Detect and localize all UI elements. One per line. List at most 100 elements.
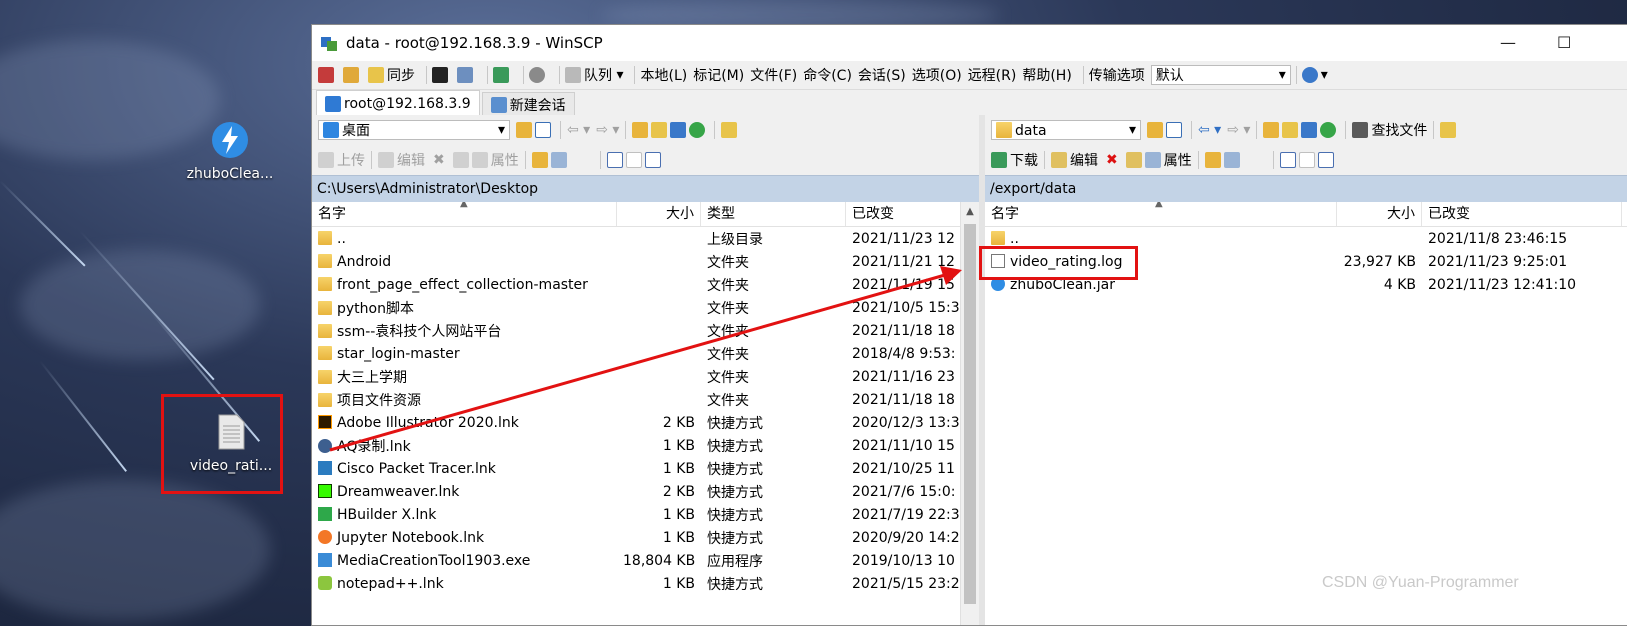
filter-select-icon[interactable] xyxy=(1317,152,1334,168)
unselect-icon[interactable] xyxy=(625,152,642,168)
queue-button[interactable]: 队列 ▾ xyxy=(565,65,623,85)
table-row[interactable]: Cisco Packet Tracer.lnk 1 KB 快捷方式 2021/10/2… xyxy=(312,457,979,480)
remote-edit-button[interactable]: 编辑 xyxy=(1051,150,1098,170)
table-row[interactable]: python脚本 文件夹 2021/10/5 15:3 xyxy=(312,296,979,319)
winscp-bolt-icon xyxy=(210,120,250,160)
forward-arrow-icon[interactable]: ⇨ ▾ xyxy=(596,122,619,138)
rename-icon[interactable] xyxy=(452,152,469,168)
file-changed: 2020/12/3 13:3 xyxy=(852,414,960,431)
forward-arrow-icon[interactable]: ⇨ ▾ xyxy=(1227,122,1250,138)
table-row[interactable]: Android 文件夹 2021/11/21 12 xyxy=(312,250,979,273)
scroll-thumb[interactable] xyxy=(964,224,976,604)
select-all-icon[interactable] xyxy=(1279,152,1296,168)
tree-icon[interactable] xyxy=(721,122,738,138)
col-changed-header[interactable]: 已改变 xyxy=(846,202,961,226)
maximize-button[interactable]: ☐ xyxy=(1557,33,1571,52)
col-size-header[interactable]: 大小 xyxy=(1337,202,1422,226)
new-folder-icon[interactable] xyxy=(531,152,548,168)
filter-select-icon[interactable] xyxy=(644,152,661,168)
globe-icon[interactable]: ▾ xyxy=(1301,67,1328,83)
local-location-select[interactable]: 桌面 ▾ xyxy=(318,120,510,140)
folder-open-icon[interactable] xyxy=(1147,122,1163,138)
table-row[interactable]: Adobe Illustrator 2020.lnk 2 KB 快捷方式 2020/1… xyxy=(312,411,979,434)
table-row[interactable]: MediaCreationTool1903.exe 18,804 KB 应用程序 20… xyxy=(312,549,979,572)
upload-button[interactable]: 上传 xyxy=(318,150,365,170)
file-name: 项目文件资源 xyxy=(337,392,421,409)
remote-properties-button[interactable]: 属性 xyxy=(1144,150,1192,170)
table-row[interactable]: Jupyter Notebook.lnk 1 KB 快捷方式 2020/9/20 14… xyxy=(312,526,979,549)
table-row[interactable]: star_login-master 文件夹 2018/4/8 9:53: xyxy=(312,342,979,365)
unselect-icon[interactable] xyxy=(1298,152,1315,168)
col-changed-header[interactable]: 已改变 xyxy=(1422,202,1622,226)
transfer-icon[interactable] xyxy=(493,67,512,83)
tab-session-root[interactable]: root@192.168.3.9 xyxy=(316,90,480,116)
file-type: 快捷方式 xyxy=(707,438,763,455)
menu-file[interactable]: 文件(F) xyxy=(750,65,797,85)
menu-session[interactable]: 会话(S) xyxy=(858,65,906,85)
table-row[interactable]: Dreamweaver.lnk 2 KB 快捷方式 2021/7/6 15:0: xyxy=(312,480,979,503)
file-size: 1 KB xyxy=(662,575,695,592)
filter-icon[interactable] xyxy=(1166,122,1182,138)
refresh-icon[interactable] xyxy=(1320,122,1337,138)
filter-icon[interactable] xyxy=(535,122,551,138)
delete-icon[interactable]: ✖ xyxy=(433,152,445,168)
remote-location-select[interactable]: data ▾ xyxy=(991,120,1141,140)
tab-new-session[interactable]: 新建会话 xyxy=(481,92,575,116)
rename-icon[interactable] xyxy=(1125,152,1142,168)
menu-command[interactable]: 命令(C) xyxy=(803,65,852,85)
menu-help[interactable]: 帮助(H) xyxy=(1022,65,1071,85)
back-arrow-icon[interactable]: ⇦ ▾ xyxy=(1198,122,1221,138)
new-folder-icon[interactable] xyxy=(1204,152,1221,168)
gear-icon[interactable] xyxy=(529,67,548,83)
table-row[interactable]: front_page_effect_collection-master 文件夹 20… xyxy=(312,273,979,296)
local-edit-button[interactable]: 编辑 xyxy=(378,150,425,170)
table-row[interactable]: notepad++.lnk 1 KB 快捷方式 2021/5/15 23:2 xyxy=(312,572,979,595)
new-file-icon[interactable] xyxy=(550,152,567,168)
root-dir-icon[interactable] xyxy=(651,122,668,138)
download-button[interactable]: 下载 xyxy=(991,150,1038,170)
desktop-icon-zhuboclean[interactable]: zhuboClea... xyxy=(180,120,280,182)
new-file-icon[interactable] xyxy=(1223,152,1240,168)
parent-folder-icon xyxy=(318,230,332,245)
table-row[interactable]: ssm--袁科技个人网站平台 文件夹 2021/11/18 18 xyxy=(312,319,979,342)
tree-icon[interactable] xyxy=(1440,122,1457,138)
table-row[interactable]: HBuilder X.lnk 1 KB 快捷方式 2021/7/19 22:3 xyxy=(312,503,979,526)
putty-icon[interactable] xyxy=(457,67,476,83)
col-size-header[interactable]: 大小 xyxy=(617,202,701,226)
minimize-button[interactable]: — xyxy=(1500,33,1516,52)
folder-open-icon[interactable] xyxy=(516,122,532,138)
console-icon[interactable] xyxy=(432,67,451,83)
root-dir-icon[interactable] xyxy=(1282,122,1299,138)
synchronize-browse-icon[interactable] xyxy=(343,67,362,83)
compare-icon[interactable] xyxy=(318,67,337,83)
parent-dir-icon[interactable] xyxy=(1263,122,1280,138)
local-scrollbar[interactable]: ▲ xyxy=(960,202,979,625)
file-changed: 2020/9/20 14:2 xyxy=(852,529,960,546)
local-file-list[interactable]: 名字 大小 类型 已改变 ▲ .. 上级目录 2021/11/23 12 Androi… xyxy=(312,202,979,625)
menu-remote[interactable]: 远程(R) xyxy=(968,65,1017,85)
home-icon[interactable] xyxy=(670,122,687,138)
select-all-icon[interactable] xyxy=(606,152,623,168)
menu-mark[interactable]: 标记(M) xyxy=(693,65,744,85)
table-row[interactable]: .. 上级目录 2021/11/23 12 xyxy=(312,227,979,250)
sort-up-icon: ▲ xyxy=(1155,202,1163,209)
delete-icon[interactable]: ✖ xyxy=(1106,152,1118,168)
home-icon[interactable] xyxy=(1301,122,1318,138)
local-properties-button[interactable]: 属性 xyxy=(471,150,519,170)
remote-address-toolbar: data ▾ ⇦ ▾ ⇨ ▾ 查找文件 xyxy=(985,115,1627,145)
transfer-options-select[interactable]: 默认 ▾ xyxy=(1150,65,1291,85)
menu-local[interactable]: 本地(L) xyxy=(640,65,687,85)
back-arrow-icon[interactable]: ⇦ ▾ xyxy=(567,122,590,138)
menu-options[interactable]: 选项(O) xyxy=(912,65,962,85)
file-size: 2 KB xyxy=(662,414,695,431)
refresh-icon[interactable] xyxy=(689,122,706,138)
table-row[interactable]: 项目文件资源 文件夹 2021/11/18 18 xyxy=(312,388,979,411)
table-row[interactable]: 大三上学期 文件夹 2021/11/16 23 xyxy=(312,365,979,388)
find-files-button[interactable]: 查找文件 xyxy=(1352,120,1427,140)
table-row[interactable]: AQ录制.lnk 1 KB 快捷方式 2021/11/10 15 xyxy=(312,434,979,457)
col-type-header[interactable]: 类型 xyxy=(701,202,846,226)
scroll-up-icon[interactable]: ▲ xyxy=(961,202,979,217)
aq-record-icon xyxy=(318,438,332,453)
parent-dir-icon[interactable] xyxy=(632,122,649,138)
sync-button[interactable]: 同步 xyxy=(368,65,415,85)
